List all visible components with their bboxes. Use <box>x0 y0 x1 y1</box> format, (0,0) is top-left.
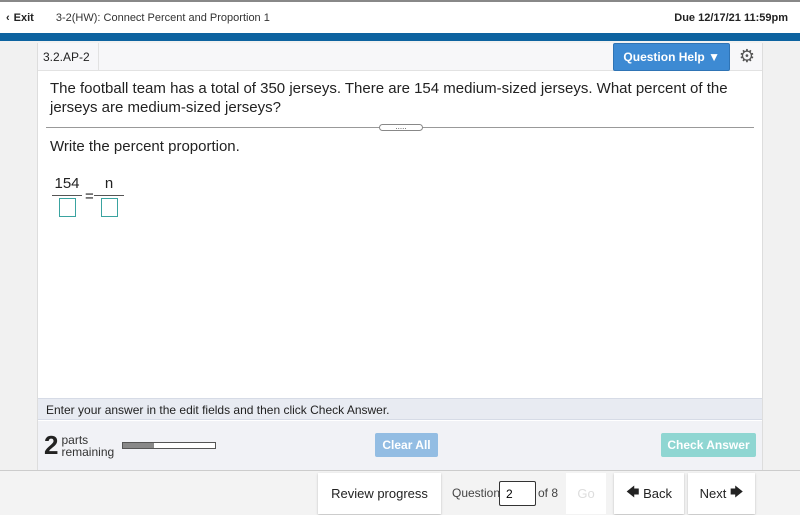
go-button[interactable]: Go <box>566 473 606 514</box>
caret-down-icon: ▼ <box>708 49 720 64</box>
progress-bar <box>122 442 217 449</box>
parts-label: parts remaining <box>61 434 114 458</box>
answer-footer: 2 parts remaining Clear All Check Answer <box>38 421 762 470</box>
help-label: Question Help <box>623 49 705 64</box>
progress-fill <box>123 443 154 448</box>
check-answer-button[interactable]: Check Answer <box>661 433 756 457</box>
left-fraction: 154 <box>52 175 82 217</box>
arrow-left-icon: 🡄 <box>626 483 640 499</box>
question-id: 3.2.AP-2 <box>38 43 99 70</box>
clear-all-button[interactable]: Clear All <box>375 433 438 457</box>
right-numerator: n <box>104 175 114 192</box>
left-numerator: 154 <box>54 175 80 192</box>
fraction-bar <box>52 195 82 196</box>
chevron-left-icon: ‹ <box>6 11 10 24</box>
parts-count: 2 <box>44 430 59 460</box>
question-text: The football team has a total of 350 jer… <box>50 80 728 116</box>
brand-bar <box>0 33 800 41</box>
top-bar: ‹ Exit 3-2(HW): Connect Percent and Propo… <box>0 0 800 33</box>
gear-icon[interactable]: ⚙ <box>738 46 756 67</box>
back-button[interactable]: 🡄 Back <box>614 473 684 514</box>
question-total: of 8 <box>538 486 559 500</box>
right-denominator-input[interactable] <box>100 198 118 217</box>
assignment-title: 3-2(HW): Connect Percent and Proportion … <box>55 11 270 24</box>
parts-label-2: remaining <box>61 444 115 459</box>
fraction-bar <box>94 195 124 196</box>
navigation-bar: Review progress Question of 8 Go 🡄 Back … <box>0 470 800 515</box>
next-button[interactable]: Next 🡆 <box>688 473 755 514</box>
question-panel: 3.2.AP-2 Question Help ▼ ⚙ The football … <box>37 42 763 470</box>
question-label: Question <box>452 486 501 500</box>
question-number-input[interactable] <box>499 481 536 506</box>
review-progress-button[interactable]: Review progress <box>318 473 441 514</box>
equals-sign: = <box>85 188 94 205</box>
instruction-message: Enter your answer in the edit fields and… <box>38 398 762 420</box>
back-label: Back <box>643 486 672 501</box>
right-fraction: n <box>94 175 124 217</box>
question-help-button[interactable]: Question Help ▼ <box>613 42 730 71</box>
expand-handle[interactable]: ..... <box>379 123 423 131</box>
next-label: Next <box>699 486 727 501</box>
parts-label-1: parts <box>61 432 89 447</box>
question-header: 3.2.AP-2 Question Help ▼ ⚙ <box>38 42 762 71</box>
exit-label: Exit <box>13 11 34 24</box>
instruction: Write the percent proportion. <box>50 138 240 155</box>
due-date: Due 12/17/21 11:59pm <box>674 11 788 24</box>
arrow-right-icon: 🡆 <box>729 483 744 499</box>
exit-button[interactable]: ‹ Exit <box>6 12 34 24</box>
left-denominator-input[interactable] <box>58 198 76 217</box>
divider: ..... <box>46 123 754 131</box>
